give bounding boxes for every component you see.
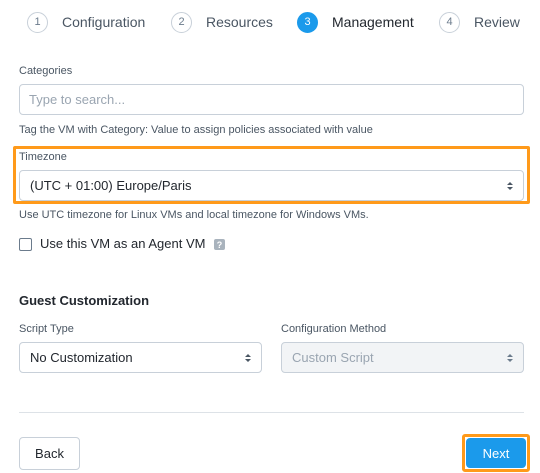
step-label: Resources bbox=[206, 14, 273, 30]
step-label: Review bbox=[474, 14, 520, 30]
script-type-value: No Customization bbox=[30, 350, 133, 365]
help-icon[interactable]: ? bbox=[214, 239, 225, 250]
step-label: Management bbox=[332, 14, 414, 30]
timezone-select[interactable]: (UTC + 01:00) Europe/Paris bbox=[19, 170, 524, 201]
configuration-method-select: Custom Script bbox=[281, 342, 524, 373]
categories-search-input[interactable]: Type to search... bbox=[19, 84, 524, 115]
step-number: 3 bbox=[297, 11, 318, 33]
footer-divider bbox=[19, 412, 524, 413]
timezone-help-text: Use UTC timezone for Linux VMs and local… bbox=[19, 209, 369, 221]
step-number: 2 bbox=[171, 11, 192, 33]
categories-placeholder: Type to search... bbox=[29, 92, 126, 107]
script-type-label: Script Type bbox=[19, 323, 74, 335]
configuration-method-label: Configuration Method bbox=[281, 323, 387, 335]
step-number: 1 bbox=[27, 11, 48, 33]
help-glyph: ? bbox=[216, 239, 223, 250]
timezone-value: (UTC + 01:00) Europe/Paris bbox=[30, 178, 192, 193]
next-button[interactable]: Next bbox=[466, 438, 526, 468]
timezone-label: Timezone bbox=[19, 151, 67, 163]
step-resources[interactable]: 2 Resources bbox=[171, 11, 273, 33]
configuration-method-value: Custom Script bbox=[292, 350, 374, 365]
next-button-label: Next bbox=[482, 445, 510, 461]
updown-caret-icon bbox=[245, 353, 251, 362]
updown-caret-icon bbox=[507, 353, 513, 362]
script-type-select[interactable]: No Customization bbox=[19, 342, 262, 373]
step-management[interactable]: 3 Management bbox=[297, 11, 414, 33]
step-number: 4 bbox=[439, 11, 460, 33]
guest-customization-title: Guest Customization bbox=[19, 293, 150, 308]
step-label: Configuration bbox=[62, 14, 146, 30]
back-button-label: Back bbox=[35, 446, 64, 461]
step-review[interactable]: 4 Review bbox=[439, 11, 520, 33]
wizard-steps: 1 Configuration 2 Resources 3 Management… bbox=[0, 0, 540, 44]
categories-label: Categories bbox=[19, 65, 73, 77]
agent-vm-label[interactable]: Use this VM as an Agent VM bbox=[40, 236, 205, 251]
categories-help-text: Tag the VM with Category: Value to assig… bbox=[19, 124, 373, 136]
step-configuration[interactable]: 1 Configuration bbox=[27, 11, 145, 33]
back-button[interactable]: Back bbox=[19, 437, 80, 470]
agent-vm-checkbox[interactable] bbox=[19, 238, 32, 251]
updown-caret-icon bbox=[507, 181, 513, 190]
